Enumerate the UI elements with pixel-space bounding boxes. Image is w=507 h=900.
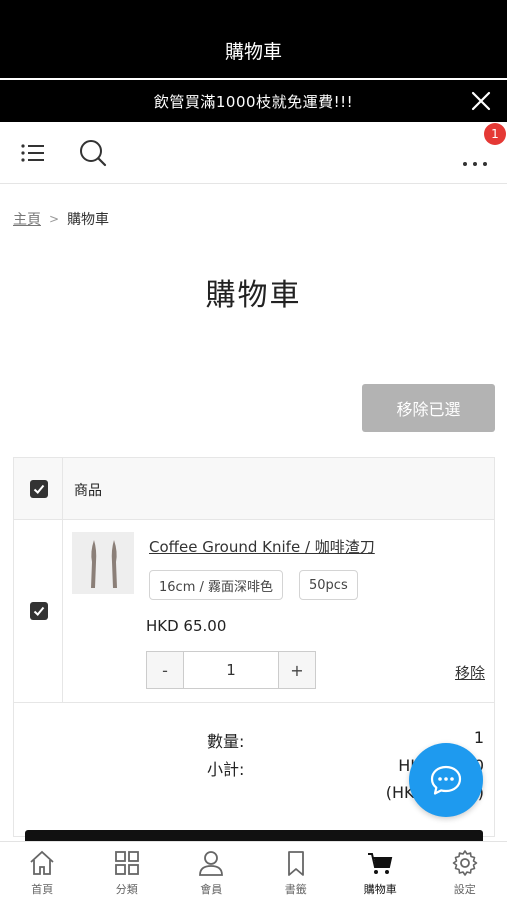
bottom-navigation: 首頁 分類 會員 書籤 購物車 設定 xyxy=(0,841,507,900)
breadcrumb-current: 購物車 xyxy=(67,212,110,228)
nav-settings-label: 設定 xyxy=(453,883,476,896)
notification-badge: 1 xyxy=(484,123,506,145)
quantity-label: 數量: xyxy=(207,732,245,751)
nav-cart[interactable]: 購物車 xyxy=(338,842,423,900)
promo-text: 飲管買滿1000枝就免運費!!! xyxy=(153,92,354,111)
menu-icon[interactable] xyxy=(14,135,50,171)
breadcrumb: 主頁 > 購物車 xyxy=(13,209,109,229)
increase-quantity-button[interactable]: + xyxy=(279,652,315,688)
breadcrumb-home-link[interactable]: 主頁 xyxy=(13,209,41,229)
search-icon[interactable] xyxy=(74,135,110,171)
nav-member-label: 會員 xyxy=(200,883,223,896)
gear-icon xyxy=(452,850,478,876)
check-icon xyxy=(33,484,45,494)
close-icon[interactable] xyxy=(471,91,491,111)
product-name-link[interactable]: Coffee Ground Knife / 咖啡渣刀 xyxy=(149,536,375,557)
user-icon xyxy=(199,851,224,876)
chat-bubble-icon xyxy=(430,765,462,795)
bookmark-icon xyxy=(287,851,304,876)
nav-home-label: 首頁 xyxy=(31,883,54,896)
promo-banner: 飲管買滿1000枝就免運費!!! xyxy=(0,80,507,122)
nav-member[interactable]: 會員 xyxy=(169,842,254,900)
app-title-bar: 購物車 xyxy=(0,0,507,78)
app-title: 購物車 xyxy=(224,41,282,63)
quantity-stepper: - 1 + xyxy=(146,651,316,689)
nav-bookmarks-label: 書籤 xyxy=(284,883,307,896)
subtotal-label: 小計: xyxy=(207,760,245,779)
quantity-value: 1 xyxy=(473,728,484,747)
nav-bookmarks[interactable]: 書籤 xyxy=(254,842,339,900)
product-column-header: 商品 xyxy=(74,483,102,499)
page-title: 購物車 xyxy=(205,278,302,313)
nav-cart-label: 購物車 xyxy=(363,883,397,896)
variant-tag: 50pcs xyxy=(299,570,358,600)
item-checkbox[interactable] xyxy=(30,602,48,620)
toolbar: 1 xyxy=(0,122,507,184)
chat-button[interactable] xyxy=(409,743,483,817)
product-price: HKD 65.00 xyxy=(146,617,227,635)
select-all-checkbox[interactable] xyxy=(30,480,48,498)
remove-selected-button[interactable]: 移除已選 xyxy=(362,384,495,432)
table-header: 商品 xyxy=(14,458,494,520)
variant-tag: 16cm / 霧面深啡色 xyxy=(149,570,283,600)
remove-item-link[interactable]: 移除 xyxy=(455,662,485,683)
grid-icon xyxy=(114,851,139,875)
nav-home[interactable]: 首頁 xyxy=(0,842,85,900)
nav-settings[interactable]: 設定 xyxy=(423,842,507,900)
quantity-input[interactable]: 1 xyxy=(183,652,279,688)
check-icon xyxy=(33,606,45,616)
breadcrumb-separator: > xyxy=(49,212,60,226)
home-icon xyxy=(30,850,54,875)
nav-categories-label: 分類 xyxy=(115,883,138,896)
product-thumbnail[interactable] xyxy=(72,532,134,594)
nav-categories[interactable]: 分類 xyxy=(85,842,170,900)
table-row: Coffee Ground Knife / 咖啡渣刀 16cm / 霧面深啡色 … xyxy=(14,520,494,703)
decrease-quantity-button[interactable]: - xyxy=(147,652,183,688)
cart-icon xyxy=(368,853,393,874)
